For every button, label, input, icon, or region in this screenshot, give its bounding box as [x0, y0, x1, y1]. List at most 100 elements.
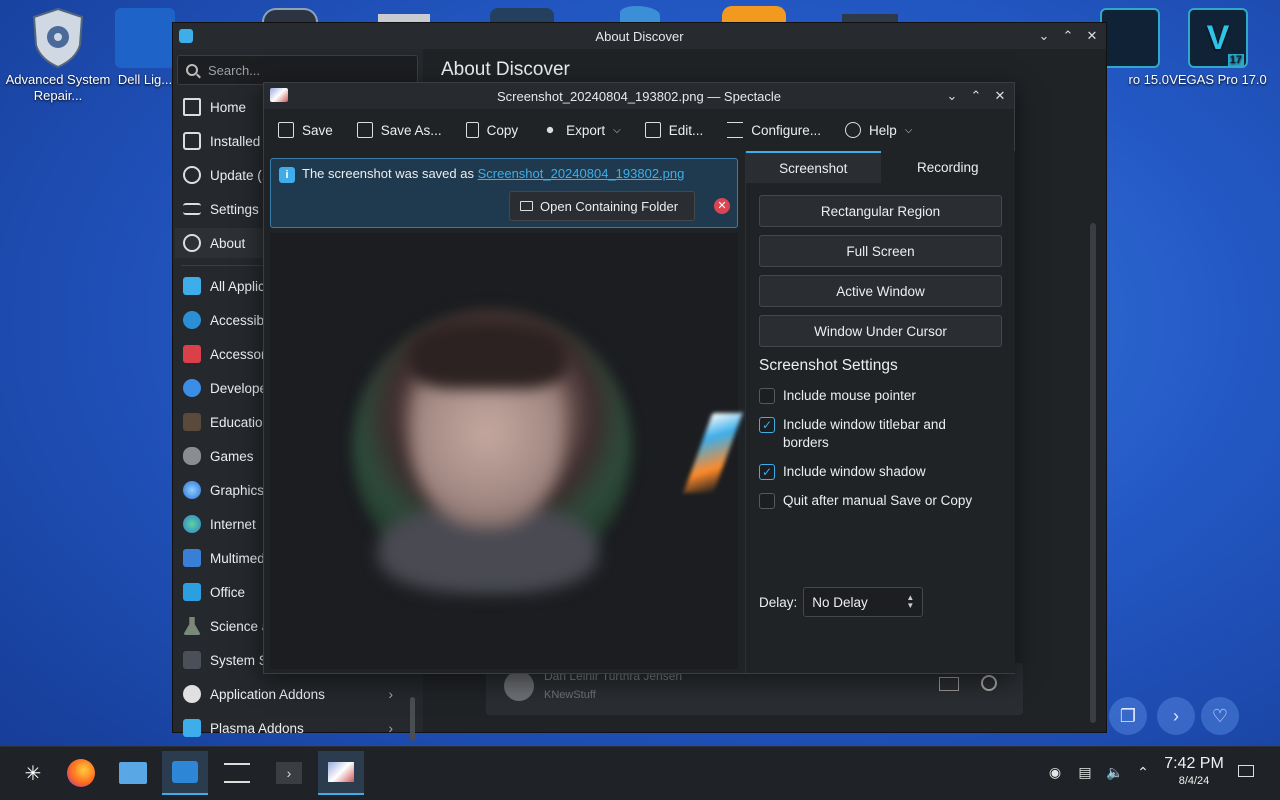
- sidebar-item-label: Develope: [210, 380, 268, 396]
- maximize-icon[interactable]: ⌃: [970, 88, 982, 103]
- mail-icon[interactable]: [939, 677, 959, 691]
- desktop-icon-vegas-17[interactable]: V 17 VEGAS Pro 17.0: [1163, 8, 1273, 88]
- desktop-icon-partial: [842, 14, 898, 22]
- system-settings-task-button[interactable]: [214, 751, 260, 795]
- minimize-icon[interactable]: ⌄: [1038, 28, 1050, 43]
- terminal-task-button[interactable]: ›: [266, 751, 312, 795]
- main-scrollbar[interactable]: [1090, 223, 1096, 723]
- checkbox-checked[interactable]: ✓: [759, 464, 775, 480]
- graphics-icon: [183, 481, 201, 499]
- quit-after-save-option[interactable]: Quit after manual Save or Copy: [759, 492, 1009, 510]
- tab-recording[interactable]: Recording: [881, 151, 1016, 183]
- include-titlebar-option[interactable]: ✓ Include window titlebar and borders: [759, 416, 989, 452]
- clipboard-icon[interactable]: ▤: [1076, 763, 1094, 781]
- chevron-up-icon[interactable]: ⌃: [1134, 763, 1152, 781]
- folder-icon: [520, 201, 533, 211]
- option-label: Include window shadow: [783, 464, 926, 479]
- vegas-app-icon: V 17: [1188, 8, 1248, 68]
- globe-icon[interactable]: [981, 675, 997, 691]
- help-button[interactable]: Help ⌵: [845, 122, 912, 138]
- spin-arrows-icon[interactable]: ▲ ▼: [906, 594, 914, 610]
- restore-windows-button[interactable]: ❐: [1109, 697, 1147, 735]
- home-icon: [183, 98, 201, 116]
- save-label: Save: [302, 122, 333, 138]
- avatar: [504, 671, 534, 701]
- active-window-button[interactable]: Active Window: [759, 275, 1002, 307]
- development-icon: [183, 379, 201, 397]
- checkbox[interactable]: [759, 493, 775, 509]
- page-title: About Discover: [441, 59, 570, 80]
- help-label: Help: [869, 122, 897, 138]
- settings-heading: Screenshot Settings: [759, 357, 898, 374]
- favorite-button[interactable]: ♡: [1201, 697, 1239, 735]
- include-shadow-option[interactable]: ✓ Include window shadow: [759, 463, 1009, 481]
- desktop-icon-partial: [722, 6, 786, 22]
- sidebar-item-plasma-addons[interactable]: Plasma Addons ›: [175, 713, 421, 743]
- desktop-icon-advanced-system-repair[interactable]: Advanced System Repair...: [3, 7, 113, 104]
- maximize-icon[interactable]: ⌃: [1062, 28, 1074, 43]
- discover-task-button[interactable]: [162, 751, 208, 795]
- search-input[interactable]: Search...: [177, 55, 418, 85]
- close-icon[interactable]: ✕: [1086, 28, 1098, 43]
- spectacle-window[interactable]: Screenshot_20240804_193802.png — Spectac…: [263, 82, 1015, 674]
- sidebar-item-label: Installed: [210, 133, 261, 149]
- spectacle-task-button[interactable]: [318, 751, 364, 795]
- clock-date: 8/4/24: [1178, 775, 1210, 787]
- save-button[interactable]: Save: [278, 122, 333, 138]
- edit-button[interactable]: Edit...: [644, 122, 703, 138]
- next-button[interactable]: ›: [1157, 697, 1195, 735]
- save-as-button[interactable]: Save As...: [356, 122, 442, 138]
- sidebar-item-label: System S: [210, 652, 268, 668]
- minimize-icon[interactable]: ⌄: [946, 88, 958, 103]
- screenshot-preview[interactable]: [270, 233, 743, 669]
- checkbox-checked[interactable]: ✓: [759, 417, 775, 433]
- spectacle-app-icon: [270, 88, 288, 102]
- configure-button[interactable]: Configure...: [727, 122, 821, 138]
- checkbox[interactable]: [759, 388, 775, 404]
- addons-icon: [183, 685, 201, 703]
- network-icon[interactable]: ◉: [1046, 763, 1064, 781]
- app-launcher-button[interactable]: ✳: [10, 751, 56, 795]
- saved-notification: i The screenshot was saved as Screenshot…: [270, 158, 738, 228]
- configure-label: Configure...: [751, 122, 822, 138]
- show-desktop-icon[interactable]: [1238, 765, 1254, 777]
- rectangular-region-button[interactable]: Rectangular Region: [759, 195, 1002, 227]
- tab-screenshot[interactable]: Screenshot: [746, 151, 881, 183]
- option-label: Include window titlebar and borders: [783, 417, 946, 450]
- discover-titlebar[interactable]: About Discover ⌄ ⌃ ✕: [173, 23, 1106, 49]
- dell-app-icon: [115, 8, 175, 68]
- search-placeholder: Search...: [208, 62, 261, 78]
- desktop-icon-partial: [490, 8, 554, 22]
- firefox-button[interactable]: [58, 751, 104, 795]
- saved-file-link[interactable]: Screenshot_20240804_193802.png: [478, 166, 685, 181]
- discover-icon: [172, 761, 198, 783]
- dismiss-icon[interactable]: ✕: [714, 198, 730, 214]
- delay-spinbox[interactable]: No Delay ▲ ▼: [803, 587, 924, 617]
- export-button[interactable]: Export ⌵: [542, 122, 621, 138]
- include-mouse-pointer-option[interactable]: Include mouse pointer: [759, 387, 1009, 405]
- sidebar-item-application-addons[interactable]: Application Addons ›: [175, 679, 421, 709]
- file-manager-button[interactable]: [110, 751, 156, 795]
- clock[interactable]: 7:42 PM 8/4/24: [1160, 755, 1228, 787]
- option-label: Include mouse pointer: [783, 388, 916, 403]
- heart-icon: ♡: [1211, 705, 1229, 726]
- chevron-right-icon: ›: [388, 720, 394, 736]
- capture-tabs: Screenshot Recording: [746, 151, 1015, 183]
- credit-sub: KNewStuff: [544, 689, 596, 701]
- preview-image-part: [683, 413, 743, 493]
- close-icon[interactable]: ✕: [994, 88, 1006, 103]
- window-title: About Discover: [595, 28, 684, 44]
- open-folder-button[interactable]: Open Containing Folder: [509, 191, 695, 221]
- export-label: Export: [566, 122, 606, 138]
- settings-icon: [183, 203, 201, 215]
- copy-button[interactable]: Copy: [465, 122, 518, 138]
- spectacle-titlebar[interactable]: Screenshot_20240804_193802.png — Spectac…: [264, 83, 1014, 109]
- sidebar-item-label: About: [210, 235, 246, 251]
- plasma-icon: [183, 719, 201, 737]
- volume-icon[interactable]: 🔈: [1106, 763, 1124, 781]
- sidebar-scrollbar[interactable]: [410, 697, 415, 741]
- desktop-icon-label: VEGAS Pro 17.0: [1169, 72, 1267, 87]
- window-under-cursor-button[interactable]: Window Under Cursor: [759, 315, 1002, 347]
- full-screen-button[interactable]: Full Screen: [759, 235, 1002, 267]
- sidebar-item-label: Science a: [210, 618, 270, 634]
